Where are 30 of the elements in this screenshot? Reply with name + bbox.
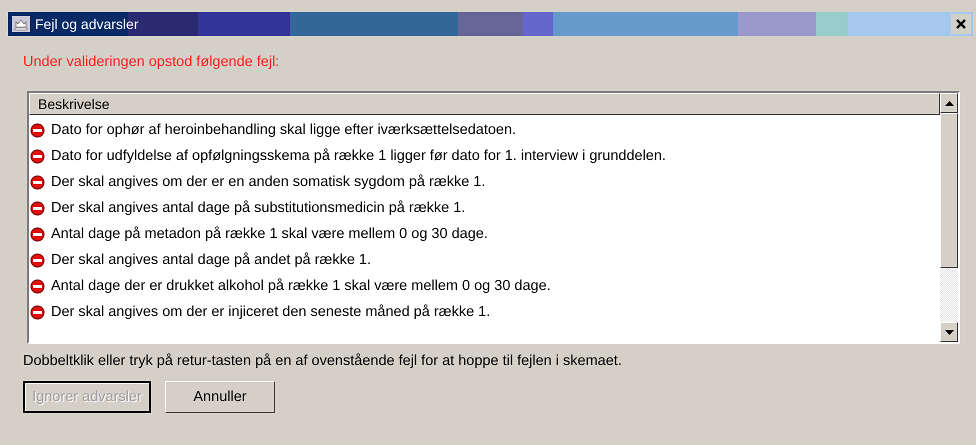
error-heading: Under valideringen opstod følgende fejl: bbox=[23, 54, 280, 70]
error-message[interactable]: Der skal angives antal dage på andet på række 1. bbox=[51, 252, 372, 268]
down-arrow-icon bbox=[944, 330, 954, 334]
error-message[interactable]: Der skal angives om der er en anden somatisk sygdom på række 1. bbox=[51, 174, 486, 190]
scrollbar[interactable] bbox=[940, 93, 958, 342]
error-icon bbox=[30, 148, 45, 164]
scroll-down-button[interactable] bbox=[940, 322, 958, 342]
error-icon bbox=[30, 122, 45, 138]
window-title: Fejl og advarsler bbox=[35, 16, 138, 32]
error-message[interactable]: Antal dage der er drukket alkohol på række 1 skal være mellem 0 og 30 dage. bbox=[51, 278, 551, 294]
error-message[interactable]: Antal dage på metadon på række 1 skal være mellem 0 og 30 dage. bbox=[51, 226, 488, 242]
close-icon bbox=[956, 19, 966, 29]
scroll-up-button[interactable] bbox=[940, 93, 958, 113]
close-button[interactable] bbox=[951, 14, 971, 34]
scroll-thumb[interactable] bbox=[940, 113, 958, 268]
error-message[interactable]: Dato for udfyldelse af opfølgningsskema på række 1 ligger før dato for 1. interview i grunddelen. bbox=[51, 148, 666, 164]
error-icon bbox=[30, 252, 45, 268]
cancel-button[interactable]: Annuller bbox=[165, 381, 275, 413]
error-icon bbox=[30, 174, 45, 190]
error-icon bbox=[30, 226, 45, 242]
error-message[interactable]: Dato for ophør af heroinbehandling skal ligge efter iværksættelsedatoen. bbox=[51, 122, 516, 138]
error-message[interactable]: Der skal angives om der er injiceret den seneste måned på række 1. bbox=[51, 304, 490, 320]
up-arrow-icon bbox=[944, 100, 954, 106]
column-header[interactable]: Beskrivelse bbox=[29, 93, 940, 115]
hint-text: Dobbeltklik eller tryk på retur-tasten på en af ovenstående fejl for at hoppe til fejlen i skemaet. bbox=[23, 353, 623, 369]
window-icon bbox=[12, 16, 30, 32]
error-icon bbox=[30, 304, 45, 320]
error-icon bbox=[30, 278, 45, 294]
error-message[interactable]: Der skal angives antal dage på substitutionsmedicin på række 1. bbox=[51, 200, 466, 216]
error-icon bbox=[30, 200, 45, 216]
